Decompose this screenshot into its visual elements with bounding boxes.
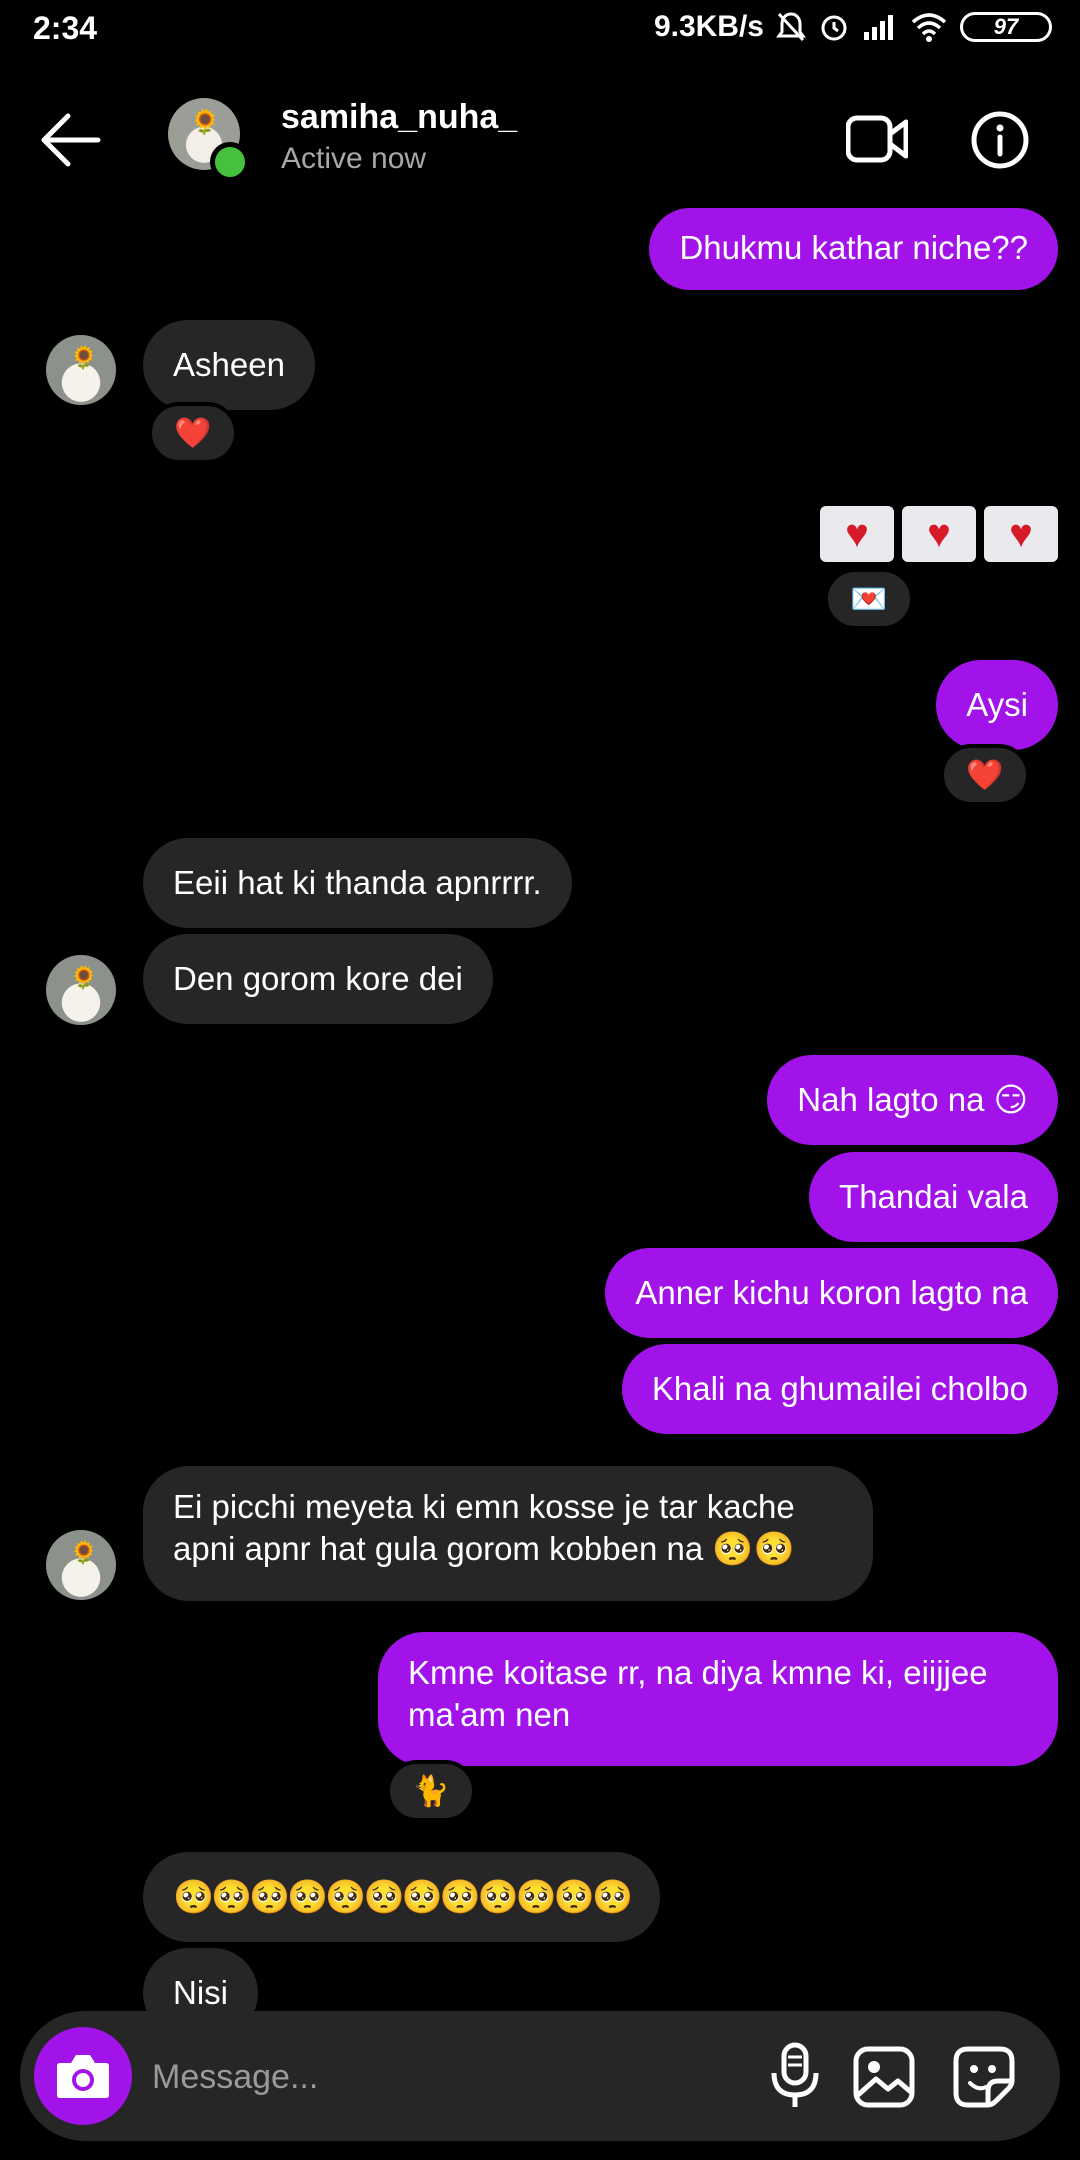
message-bubble-outgoing[interactable]: Aysi xyxy=(936,660,1058,750)
message-bubble-outgoing[interactable]: Thandai vala xyxy=(809,1152,1058,1242)
video-call-icon[interactable] xyxy=(846,108,908,170)
online-indicator xyxy=(210,142,250,182)
status-bar: 2:34 9.3KB/s 97 xyxy=(0,0,1080,62)
status-time: 2:34 xyxy=(33,10,98,46)
sunflower-icon: 🌻 xyxy=(190,109,220,136)
message-bubble-incoming[interactable]: Den gorom kore dei xyxy=(143,934,493,1024)
love-letter-icon: ♥ xyxy=(902,506,976,562)
sender-avatar[interactable]: 🌻 xyxy=(46,955,116,1025)
contact-username[interactable]: samiha_nuha_ xyxy=(281,98,517,137)
sunflower-icon: 🌻 xyxy=(70,965,98,990)
message-text-line: Kmne koitase rr, na diya kmne ki, eiijje… xyxy=(408,1654,988,1691)
message-reaction[interactable]: 🐈 xyxy=(386,1760,476,1822)
gallery-icon[interactable] xyxy=(852,2045,916,2109)
message-bubble-incoming[interactable]: Asheen xyxy=(143,320,315,410)
bell-off-icon xyxy=(776,12,806,42)
message-text-line: apni apnr hat gula gorom kobben na 🥺🥺 xyxy=(173,1530,795,1567)
back-arrow-icon[interactable] xyxy=(38,110,104,170)
sticker-icon[interactable] xyxy=(952,2045,1016,2109)
message-reaction[interactable]: ❤️ xyxy=(148,402,238,464)
camera-icon xyxy=(57,2055,109,2098)
sunflower-icon: 🌻 xyxy=(70,345,98,370)
message-input[interactable] xyxy=(150,2049,714,2105)
status-icons: 9.3KB/s 97 xyxy=(654,10,1052,44)
love-letter-icon: ♥ xyxy=(820,506,894,562)
camera-button[interactable] xyxy=(34,2027,132,2125)
message-reaction[interactable]: 💌 xyxy=(824,568,914,630)
contact-status: Active now xyxy=(281,142,427,175)
message-bubble-incoming[interactable]: 🥺🥺🥺🥺🥺🥺🥺🥺🥺🥺🥺🥺 xyxy=(143,1852,661,1942)
message-bubble-outgoing[interactable]: Khali na ghumailei cholbo xyxy=(621,1344,1058,1434)
battery-icon: 97 xyxy=(960,12,1052,42)
microphone-icon[interactable] xyxy=(760,2041,830,2111)
alarm-icon xyxy=(821,15,847,41)
message-bubble-incoming[interactable]: Ei picchi meyeta ki emn kosse je tar kac… xyxy=(143,1466,873,1601)
message-bubble-outgoing[interactable]: Anner kichu koron lagto na xyxy=(605,1248,1058,1338)
envelope-emoji-message[interactable]: ♥ ♥ ♥ xyxy=(820,506,1058,562)
network-speed: 9.3KB/s xyxy=(653,10,764,43)
love-letter-icon: ♥ xyxy=(984,506,1058,562)
sunflower-icon: 🌻 xyxy=(70,1540,98,1565)
message-text-line: ma'am nen xyxy=(408,1696,571,1733)
sender-avatar[interactable]: 🌻 xyxy=(46,335,116,405)
sender-avatar[interactable]: 🌻 xyxy=(46,1530,116,1600)
info-icon[interactable] xyxy=(970,110,1030,170)
chat-header: 🌻 samiha_nuha_ Active now xyxy=(0,70,1080,205)
signal-icon xyxy=(864,15,893,40)
message-text-line: Ei picchi meyeta ki emn kosse je tar kac… xyxy=(173,1488,795,1525)
message-bubble-outgoing[interactable]: Kmne koitase rr, na diya kmne ki, eiijje… xyxy=(378,1632,1058,1766)
message-bubble-outgoing[interactable]: Nah lagto na 😏 xyxy=(767,1055,1058,1145)
message-reaction[interactable]: ❤️ xyxy=(940,744,1030,806)
message-bubble-outgoing[interactable]: Dhukmu kathar niche?? xyxy=(649,208,1058,290)
message-composer xyxy=(20,2011,1060,2141)
wifi-icon xyxy=(911,13,947,42)
message-bubble-incoming[interactable]: Eeii hat ki thanda apnrrrr. xyxy=(143,838,572,928)
